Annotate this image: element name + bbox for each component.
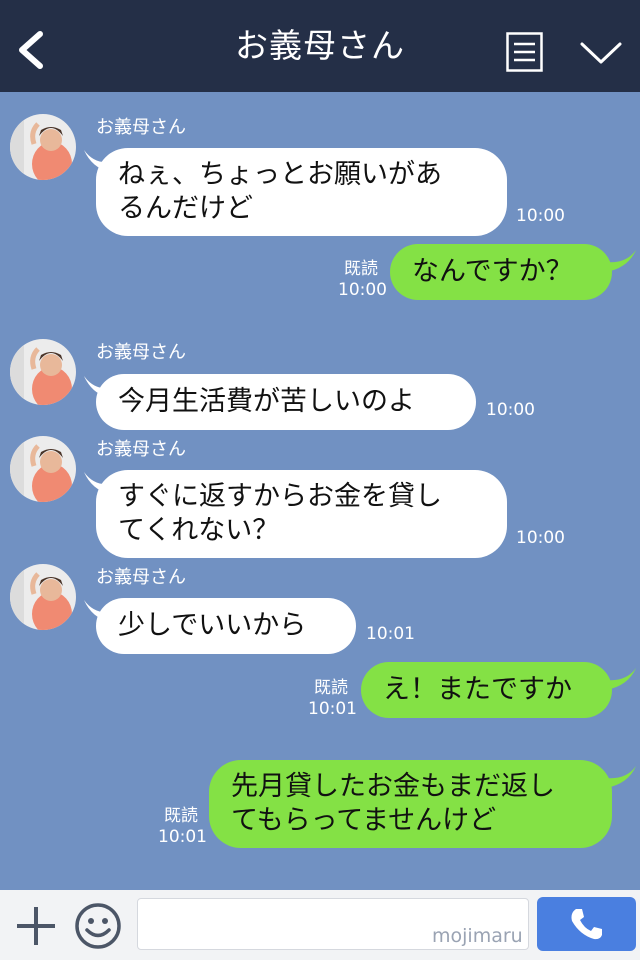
- message-line: てもらってませんけど: [231, 805, 497, 836]
- mother-in-law-avatar-icon: [10, 339, 76, 405]
- read-receipt: 既読 10:01: [308, 678, 357, 720]
- message-bubble[interactable]: 今月生活費が苦しいのよ: [96, 374, 476, 430]
- mother-in-law-avatar-icon: [10, 436, 76, 502]
- mother-in-law-avatar-icon: [10, 114, 76, 180]
- menu-icon[interactable]: [506, 32, 543, 72]
- message-line: 先月貸したお金もまだ返し: [231, 771, 555, 802]
- message-bubble[interactable]: なんですか？: [390, 244, 612, 300]
- message-time: 10:00: [516, 206, 565, 226]
- chat-screen: お義母さん お義母さん ねぇ、ちょっとお願いがあ るんだけど 10:00 既読 …: [0, 0, 640, 960]
- read-receipt: 既読 10:00: [338, 259, 387, 301]
- message-bubble[interactable]: 少しでいいから: [96, 598, 356, 654]
- message-time: 10:01: [158, 827, 207, 847]
- message-line: てくれない？: [118, 515, 280, 546]
- chat-title: お義母さん: [235, 26, 405, 65]
- call-button[interactable]: [537, 897, 636, 951]
- message-time: 10:01: [366, 624, 415, 644]
- avatar[interactable]: [10, 114, 76, 180]
- sender-name: お義母さん: [96, 567, 186, 588]
- message-bubble[interactable]: 先月貸したお金もまだ返し てもらってませんけど: [209, 760, 612, 848]
- chat-header: お義母さん: [0, 0, 640, 92]
- avatar[interactable]: [10, 436, 76, 502]
- message-line: え！またですか: [383, 674, 572, 705]
- message-time: 10:00: [516, 528, 565, 548]
- read-receipt: 既読 10:01: [158, 806, 207, 848]
- message-line: すぐに返すからお金を貸し: [118, 481, 442, 512]
- read-label: 既読: [164, 806, 198, 826]
- sender-name: お義母さん: [96, 342, 186, 363]
- sender-name: お義母さん: [96, 439, 186, 460]
- message-bubble[interactable]: すぐに返すからお金を貸し てくれない？: [96, 470, 507, 558]
- smile-icon[interactable]: [74, 902, 122, 950]
- read-label: 既読: [314, 678, 348, 698]
- avatar[interactable]: [10, 564, 76, 630]
- message-bubble[interactable]: ねぇ、ちょっとお願いがあ るんだけど: [96, 148, 507, 236]
- chevron-down-icon[interactable]: [578, 38, 624, 68]
- message-line: るんだけど: [118, 193, 253, 224]
- read-label: 既読: [344, 259, 378, 279]
- avatar[interactable]: [10, 339, 76, 405]
- mother-in-law-avatar-icon: [10, 564, 76, 630]
- message-line: なんですか？: [412, 256, 573, 287]
- message-bubble[interactable]: え！またですか: [361, 662, 612, 718]
- message-line: ねぇ、ちょっとお願いがあ: [118, 159, 442, 190]
- message-time: 10:00: [486, 400, 535, 420]
- watermark: mojimaru: [432, 925, 523, 947]
- message-line: 少しでいいから: [118, 610, 307, 641]
- message-time: 10:00: [338, 280, 387, 300]
- phone-icon: [571, 909, 602, 940]
- sender-name: お義母さん: [96, 117, 186, 138]
- message-line: 今月生活費が苦しいのよ: [118, 386, 415, 417]
- message-time: 10:01: [308, 699, 357, 719]
- plus-icon[interactable]: [14, 904, 58, 948]
